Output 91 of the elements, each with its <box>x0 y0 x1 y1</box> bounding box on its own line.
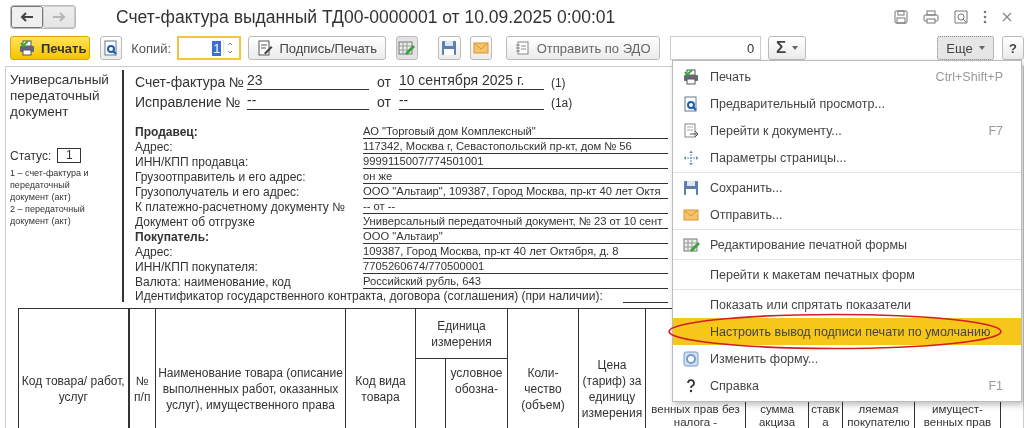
menu-item[interactable]: Перейти к макетам печатных форм <box>673 261 1021 288</box>
sum-field[interactable]: 0 <box>669 36 762 60</box>
field-note: (1) <box>550 76 566 90</box>
menu-item[interactable]: Печать Ctrl+Shift+P <box>673 63 1021 90</box>
detail-label: Адрес: <box>135 245 174 259</box>
table-header-cell: Единица измерения <box>415 308 508 359</box>
detail-value: ООО "Альтаир", 109387, Город Москва, пр-кт 40 лет Октя <box>363 184 668 199</box>
save-button[interactable] <box>438 36 461 60</box>
preview-icon <box>103 40 120 56</box>
status-note: 1 – счет-фактура и передаточный документ (акт) <box>10 167 90 203</box>
copies-spin-field[interactable]: 1 <box>177 36 242 60</box>
preview-icon <box>683 95 699 112</box>
header-date: 10 сентября 2025 г. <box>398 72 544 90</box>
header-date: -- <box>398 92 544 110</box>
envelope-icon <box>683 206 699 223</box>
header-number: -- <box>247 92 369 110</box>
menu-item[interactable]: Настроить вывод подписи печати по умолчанию <box>673 318 1021 345</box>
status-note: 2 – передаточный документ (акт) <box>10 203 86 227</box>
header-label: Счет-фактура № <box>135 74 246 90</box>
table-header-cell: Коли- чество (объем) <box>507 308 579 428</box>
back-arrow-button[interactable] <box>11 6 43 28</box>
envelope-icon <box>472 40 489 56</box>
detail-value: ООО "Альтаир" <box>363 229 668 244</box>
menu-item[interactable]: Перейти к документу... F7 <box>673 117 1021 144</box>
shortcut-label: F7 <box>988 123 1003 138</box>
detail-label: Покупатель: <box>135 230 211 244</box>
detail-value: 117342, Москва г, Севастопольский пр-кт, дом № 56 <box>363 139 668 154</box>
menu-item[interactable]: Редактирование печатной формы <box>673 231 1021 258</box>
menu-item[interactable]: Параметры страницы... <box>673 144 1021 171</box>
copies-label: Копий: <box>131 40 172 56</box>
more-button[interactable]: Еще <box>937 36 994 60</box>
contract-label: Идентификатор государственного контракта, договора (соглашения) (при наличии): <box>135 289 604 304</box>
detail-label: Продавец: <box>135 125 199 139</box>
table-header-cell: Код товара/ работ, услуг <box>18 308 129 428</box>
date-label: от <box>377 74 391 90</box>
window-title: Счет-фактура выданный ТД00-0000001 от 10.09.2025 0:00:01 <box>116 6 616 28</box>
caret-down-icon <box>792 46 799 50</box>
shortcut-label: Ctrl+Shift+P <box>935 69 1003 84</box>
close-icon[interactable] <box>1002 12 1012 22</box>
menu-item[interactable]: Сохранить... <box>673 174 1021 201</box>
detail-label: Документ об отгрузке <box>135 215 256 229</box>
status-value: 1 <box>57 148 82 163</box>
detail-value: 109387, Город Москва, пр-кт 40 лет Октября, д. 8 <box>363 244 668 259</box>
header-label: Исправление № <box>135 94 242 110</box>
more-vertical-icon[interactable] <box>983 10 987 24</box>
detail-value: он же <box>363 169 668 184</box>
printer-icon <box>19 40 35 56</box>
menu-item[interactable]: Предварительный просмотр... <box>673 90 1021 117</box>
detail-label: ИНН/КПП продавца: <box>135 155 250 169</box>
printer-icon[interactable] <box>923 10 939 24</box>
date-label: от <box>377 94 391 110</box>
form-title: Универсальный передаточный документ <box>10 72 110 120</box>
caret-down-icon <box>978 46 985 50</box>
menu-item[interactable]: Отправить... <box>673 201 1021 228</box>
detail-value: -- от -- <box>363 199 668 214</box>
document-stack-icon <box>514 40 531 56</box>
detail-label: Валюта: наименование, код <box>135 275 292 289</box>
sign-print-button[interactable]: Подпись/Печать <box>248 36 387 60</box>
table-header-cell: № п/п <box>128 308 156 428</box>
printer-icon <box>683 68 699 85</box>
document-pen-icon <box>257 40 274 56</box>
sum-button[interactable]: Σ <box>768 36 807 60</box>
detail-value: Российский рубль, 643 <box>363 274 668 289</box>
detail-label: Грузополучатель и его адрес: <box>135 185 301 199</box>
field-note: (1а) <box>550 96 573 110</box>
header-number: 23 <box>247 72 369 90</box>
page-margins-icon <box>683 149 699 166</box>
form-settings-icon <box>683 350 699 367</box>
detail-label: Адрес: <box>135 140 174 154</box>
shortcut-label: F1 <box>988 378 1003 393</box>
help-button[interactable]: ? <box>1001 36 1024 60</box>
table-pencil-icon <box>683 236 701 253</box>
save-icon[interactable] <box>894 10 908 24</box>
print-button[interactable]: Печать <box>10 36 90 60</box>
detail-label: ИНН/КПП покупателя: <box>135 260 259 274</box>
table-header-cell: Цена (тариф) за единицу измерения <box>578 308 646 428</box>
detail-value: 9999115007/774501001 <box>363 154 668 169</box>
edit-form-button[interactable] <box>396 36 419 60</box>
send-edo-button[interactable]: Отправить по ЭДО <box>505 36 660 60</box>
preview-button[interactable] <box>100 36 123 60</box>
detail-label: К платежно-расчетному документу № <box>135 200 347 214</box>
table-header-cell: Наименование товара (описание выполненных работ, оказанных услуг), имущественного права <box>155 308 346 428</box>
detail-value: АО "Торговый дом Комплексный" <box>363 124 668 139</box>
status-label: Статус: <box>10 148 52 163</box>
detail-label: Грузоотправитель и его адрес: <box>135 170 307 184</box>
preview-icon[interactable] <box>954 10 968 24</box>
detail-value: Универсальный передаточный документ, № 23 от 10 сент <box>363 214 668 229</box>
table-pencil-icon <box>398 40 417 56</box>
detail-value: 7705260674/770500001 <box>363 259 668 274</box>
send-mail-button[interactable] <box>469 36 492 60</box>
table-header-cell: Код вида товара <box>345 308 416 428</box>
